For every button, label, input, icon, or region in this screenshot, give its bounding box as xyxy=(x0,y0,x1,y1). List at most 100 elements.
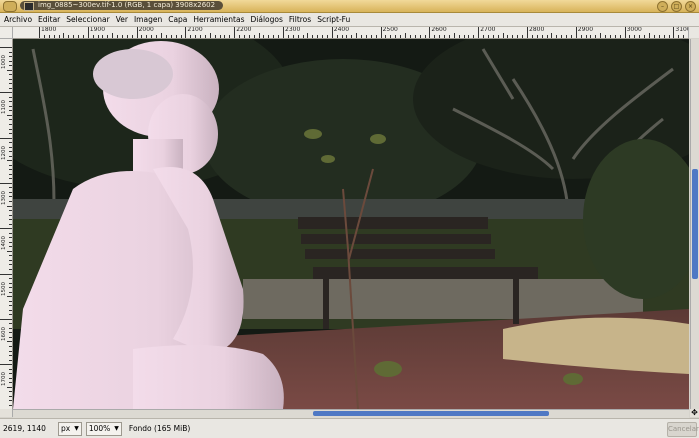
navigation-toggle[interactable] xyxy=(688,27,699,38)
zoom-selector[interactable]: 100% ▼ xyxy=(85,421,122,436)
menu-archivo[interactable]: Archivo xyxy=(0,13,35,26)
ruler-minor-tick xyxy=(63,33,65,38)
ruler-minor-tick xyxy=(68,35,70,38)
ruler-minor-tick xyxy=(9,323,12,325)
ruler-minor-tick xyxy=(7,69,12,71)
ruler-label: 1200 xyxy=(1,145,7,160)
ruler-major-tick xyxy=(624,27,626,38)
ruler-minor-tick xyxy=(497,35,499,38)
ruler-minor-tick xyxy=(370,35,372,38)
ruler-major-tick xyxy=(575,27,577,38)
ruler-label: 2800 xyxy=(529,27,545,33)
menu-seleccionar[interactable]: Seleccionar xyxy=(63,13,112,26)
ruler-major-tick xyxy=(39,27,40,38)
ruler-minor-tick xyxy=(7,205,12,207)
ruler-minor-tick xyxy=(278,35,280,38)
vertical-scrollbar[interactable] xyxy=(690,39,699,409)
ruler-minor-tick xyxy=(405,33,406,38)
ruler-minor-tick xyxy=(287,35,289,38)
ruler-minor-tick xyxy=(9,350,12,352)
ruler-minor-tick xyxy=(126,35,128,38)
minimize-icon[interactable]: – xyxy=(657,1,668,12)
close-icon[interactable]: × xyxy=(685,1,696,12)
horizontal-ruler[interactable]: 1800 1900 2000 2100 2200 2300 2400 2500 2600 2700… xyxy=(13,27,689,39)
ruler-minor-tick xyxy=(9,400,12,402)
quick-mask-toggle[interactable] xyxy=(0,409,13,417)
menu-herramientas[interactable]: Herramientas xyxy=(190,13,247,26)
ruler-minor-tick xyxy=(361,35,363,38)
ruler-minor-tick xyxy=(117,35,119,38)
window-menu-button[interactable] xyxy=(3,1,17,12)
ruler-minor-tick xyxy=(9,395,12,397)
ruler-major-tick xyxy=(0,364,12,366)
ruler-minor-tick xyxy=(302,35,304,38)
ruler-minor-tick xyxy=(375,35,377,38)
ruler-minor-tick xyxy=(536,35,538,38)
ruler-minor-tick xyxy=(487,35,489,38)
ruler-minor-tick xyxy=(9,155,12,157)
ruler-minor-tick xyxy=(9,377,12,379)
ruler-minor-tick xyxy=(9,219,12,221)
ruler-minor-tick xyxy=(9,232,12,234)
ruler-minor-tick xyxy=(180,35,182,38)
ruler-minor-tick xyxy=(9,173,12,175)
ruler-label: 1800 xyxy=(41,27,57,33)
ruler-minor-tick xyxy=(668,35,670,38)
ruler-minor-tick xyxy=(9,105,12,107)
ruler-minor-tick xyxy=(7,160,12,162)
ruler-major-tick xyxy=(0,228,12,230)
menu-script-fu[interactable]: Script-Fu xyxy=(314,13,353,26)
horizontal-scrollbar[interactable] xyxy=(13,409,689,418)
ruler-minor-tick xyxy=(9,169,12,171)
ruler-minor-tick xyxy=(58,35,60,38)
horizontal-scroll-thumb[interactable] xyxy=(313,411,549,416)
ruler-minor-tick xyxy=(243,35,245,38)
chevron-down-icon: ▼ xyxy=(114,425,119,432)
ruler-label: 2500 xyxy=(382,27,398,33)
ruler-minor-tick xyxy=(214,35,216,38)
ruler-minor-tick xyxy=(395,35,397,38)
ruler-minor-tick xyxy=(351,35,353,38)
ruler-minor-tick xyxy=(9,241,12,243)
vertical-scroll-thumb[interactable] xyxy=(692,169,698,279)
ruler-minor-tick xyxy=(9,178,12,180)
ruler-minor-tick xyxy=(9,246,12,248)
menu-filtros[interactable]: Filtros xyxy=(286,13,314,26)
ruler-minor-tick xyxy=(9,191,12,193)
ruler-major-tick xyxy=(0,273,12,275)
navigate-cross-icon[interactable]: ✥ xyxy=(690,409,699,417)
ruler-minor-tick xyxy=(9,214,12,216)
ruler-minor-tick xyxy=(9,142,12,144)
menu-ver[interactable]: Ver xyxy=(113,13,131,26)
ruler-minor-tick xyxy=(43,35,45,38)
ruler-minor-tick xyxy=(9,87,12,89)
ruler-major-tick xyxy=(0,137,12,139)
zoom-value: 100% xyxy=(88,424,111,433)
ruler-minor-tick xyxy=(248,35,250,38)
ruler-minor-tick xyxy=(141,35,143,38)
unit-selector[interactable]: px ▼ xyxy=(58,421,82,436)
menu-editar[interactable]: Editar xyxy=(35,13,63,26)
ruler-minor-tick xyxy=(307,33,309,38)
vertical-ruler[interactable]: 100011001200130014001500160017001800 xyxy=(0,39,13,409)
menu-imagen[interactable]: Imagen xyxy=(131,13,165,26)
ruler-minor-tick xyxy=(9,146,12,148)
ruler-minor-tick xyxy=(312,35,314,38)
ruler-minor-tick xyxy=(9,255,12,257)
ruler-minor-tick xyxy=(165,35,167,38)
ruler-corner-menu[interactable] xyxy=(0,27,13,39)
ruler-major-tick xyxy=(673,27,675,38)
ruler-minor-tick xyxy=(9,128,12,130)
cancel-button[interactable]: Cancelar xyxy=(667,422,699,437)
ruler-minor-tick xyxy=(434,35,436,38)
image-canvas[interactable] xyxy=(13,39,689,409)
ruler-minor-tick xyxy=(341,35,343,38)
maximize-icon[interactable]: □ xyxy=(671,1,682,12)
menu-capa[interactable]: Capa xyxy=(165,13,190,26)
window-title: img_0885~300ev.tif-1.0 (RGB, 1 capa) 390… xyxy=(38,1,216,9)
ruler-minor-tick xyxy=(9,327,12,329)
menu-bar: Archivo Editar Seleccionar Ver Imagen Ca… xyxy=(0,13,699,27)
ruler-major-tick xyxy=(136,27,138,38)
ruler-minor-tick xyxy=(9,187,12,189)
menu-dialogos[interactable]: Diálogos xyxy=(248,13,286,26)
